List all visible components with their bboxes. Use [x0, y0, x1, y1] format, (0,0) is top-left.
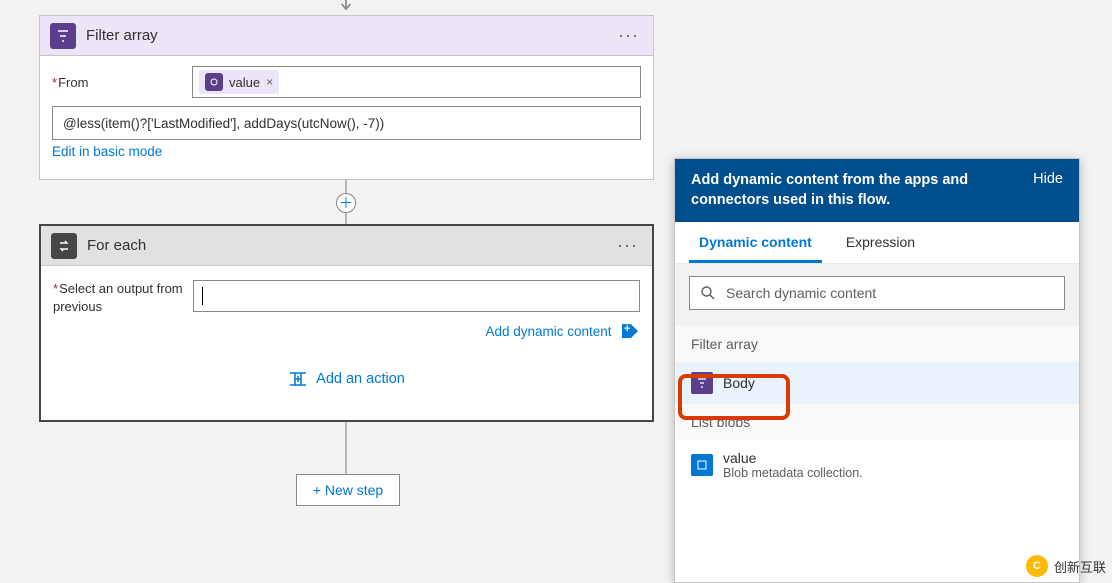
dynamic-item-value[interactable]: value Blob metadata collection. [675, 440, 1079, 490]
tab-dynamic-content[interactable]: Dynamic content [689, 222, 822, 263]
tab-expression[interactable]: Expression [836, 222, 925, 263]
value-item-icon [691, 454, 713, 476]
search-placeholder: Search dynamic content [726, 285, 876, 301]
watermark-text: 创新互联 [1054, 557, 1106, 576]
insert-step-button[interactable]: ＋ [336, 193, 356, 213]
search-icon [700, 285, 716, 301]
dynamic-item-body[interactable]: Body [675, 362, 1079, 404]
filter-array-title: Filter array [86, 27, 614, 44]
group-title-list-blobs: List blobs [675, 404, 1079, 440]
from-label: From [52, 75, 192, 90]
add-action-icon [288, 371, 308, 387]
flow-arrow-icon [339, 0, 353, 14]
filter-array-card: Filter array ··· From value × @less(item… [39, 15, 654, 180]
watermark: C 创新互联 [1026, 555, 1106, 577]
for-each-card: For each ··· Select an output from previ… [39, 224, 654, 422]
select-output-label: Select an output from previous [53, 280, 193, 315]
new-step-label: + New step [313, 482, 383, 498]
text-cursor [202, 287, 203, 305]
watermark-logo-icon: C [1026, 555, 1048, 577]
group-title-filter-array: Filter array [675, 326, 1079, 362]
panel-header-text: Add dynamic content from the apps and co… [691, 171, 991, 210]
select-output-input[interactable] [193, 280, 640, 312]
add-dynamic-content-link[interactable]: Add dynamic content [485, 324, 611, 339]
body-item-title: Body [723, 375, 755, 391]
dynamic-content-panel: Add dynamic content from the apps and co… [674, 158, 1080, 583]
body-item-icon [691, 372, 713, 394]
from-token-label: value [229, 75, 260, 90]
add-action-button[interactable]: Add an action [53, 371, 640, 387]
panel-header: Add dynamic content from the apps and co… [675, 159, 1079, 222]
token-icon [205, 73, 223, 91]
dynamic-content-pointer-icon [622, 324, 638, 338]
connector: ＋ [336, 180, 356, 226]
new-step-button[interactable]: + New step [296, 474, 400, 506]
panel-hide-button[interactable]: Hide [1033, 171, 1063, 187]
filter-array-header[interactable]: Filter array ··· [40, 16, 653, 56]
token-remove-icon[interactable]: × [266, 75, 273, 89]
loop-icon [51, 233, 77, 259]
for-each-header[interactable]: For each ··· [41, 226, 652, 266]
value-item-title: value [723, 450, 863, 466]
for-each-title: For each [87, 237, 613, 254]
filter-array-menu[interactable]: ··· [614, 25, 643, 46]
connector-line [345, 422, 347, 474]
from-token[interactable]: value × [199, 70, 279, 94]
edit-basic-mode-link[interactable]: Edit in basic mode [52, 140, 162, 159]
value-item-subtitle: Blob metadata collection. [723, 466, 863, 480]
search-input[interactable]: Search dynamic content [689, 276, 1065, 310]
filter-expression-input[interactable]: @less(item()?['LastModified'], addDays(u… [52, 106, 641, 140]
filter-icon [50, 23, 76, 49]
from-input[interactable]: value × [192, 66, 641, 98]
for-each-menu[interactable]: ··· [613, 235, 642, 256]
filter-expression-text: @less(item()?['LastModified'], addDays(u… [63, 116, 384, 131]
add-action-label: Add an action [316, 371, 405, 387]
panel-tabs: Dynamic content Expression [675, 222, 1079, 264]
